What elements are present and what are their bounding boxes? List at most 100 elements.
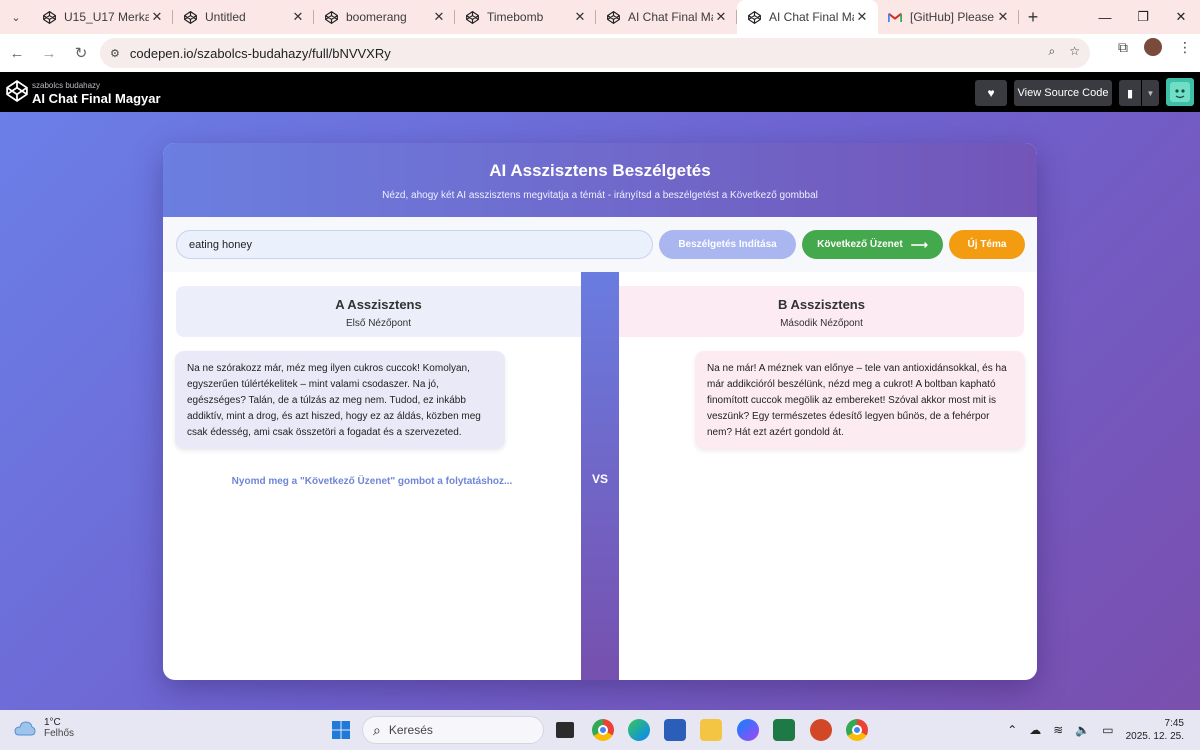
forward-arrow-icon[interactable]: → [34,38,64,68]
browser-tab[interactable]: boomerang ✕ [314,0,455,34]
conversation-arena: A Asszisztens Első Nézőpont Na ne szórak… [163,272,1037,680]
assistant-a-name: A Asszisztens [335,297,422,312]
chrome-profile-icon[interactable] [846,719,868,741]
close-tab-icon[interactable]: ✕ [431,9,447,25]
more-menu-icon[interactable]: ⋮ [1178,39,1192,56]
start-conversation-button[interactable]: Beszélgetés Indítása [659,230,796,259]
chevron-up-icon[interactable]: ⌃ [1007,723,1017,737]
powerpoint-icon[interactable] [810,719,832,741]
chrome-icon[interactable] [592,719,614,741]
continue-hint: Nyomd meg a "Következő Üzenet" gombot a … [231,476,513,487]
tab-title: [GitHub] Please ve [910,10,995,24]
assistant-b-header: B Asszisztens Második Nézőpont [619,286,1024,337]
close-tab-icon[interactable]: ✕ [854,9,870,25]
tab-title: AI Chat Final Mag [628,10,713,24]
assistant-a-message: Na ne szórakozz már, méz meg ilyen cukro… [175,351,505,449]
file-explorer-icon[interactable] [700,719,722,741]
topic-input[interactable] [176,230,653,259]
assistant-a-header: A Asszisztens Első Nézőpont [176,286,581,337]
search-icon: ⌕ [373,721,381,738]
card-header: AI Asszisztens Beszélgetés Nézd, ahogy k… [163,143,1037,217]
assistant-b-name: B Asszisztens [778,297,865,312]
tab-strip: ⌄ U15_U17 Merkapt ✕ Untitled ✕ boomerang… [0,0,1200,34]
url-text: codepen.io/szabolcs-budahazy/full/bNVVXR… [129,45,391,61]
vs-divider: VS [581,272,619,680]
codepen-icon [183,10,197,24]
edge-icon[interactable] [628,719,650,741]
page-title: AI Asszisztens Beszélgetés [489,161,711,180]
taskbar-search[interactable]: ⌕ Keresés [362,716,544,744]
battery-icon[interactable]: ▭ [1102,723,1113,737]
view-source-button[interactable]: View Source Code [1014,80,1112,106]
page-subtitle: Nézd, ahogy két AI asszisztens megvitatj… [382,190,818,201]
codepen-icon [606,10,620,24]
codepen-icon [42,10,56,24]
browser-tab-active[interactable]: AI Chat Final Mag ✕ [737,0,878,34]
meet-now-icon[interactable]: ☁ [1029,723,1041,737]
next-message-button[interactable]: Következő Üzenet ⟶ [802,230,943,259]
assistant-b-column: B Asszisztens Második Nézőpont Na ne már… [619,272,1037,680]
messenger-icon[interactable] [737,719,759,741]
wifi-icon[interactable]: ≋ [1053,723,1063,737]
new-topic-button[interactable]: Új Téma [949,230,1025,259]
weather-widget[interactable]: 1°C Felhős [14,717,74,739]
tab-title: AI Chat Final Mag [769,10,854,24]
word-icon[interactable] [664,719,686,741]
tab-search-chevron-icon[interactable]: ⌄ [0,0,32,34]
browser-tab[interactable]: U15_U17 Merkapt ✕ [32,0,173,34]
pen-title: AI Chat Final Magyar [32,91,161,106]
codepen-icon [324,10,338,24]
chat-card: AI Asszisztens Beszélgetés Nézd, ahogy k… [163,143,1037,680]
excel-icon[interactable] [773,719,795,741]
restore-icon[interactable]: ❐ [1124,0,1162,34]
bookmark-icon[interactable]: ▮ [1119,80,1141,106]
zoom-icon[interactable]: ⌕ [1049,44,1056,59]
browser-toolbar: ← → ↻ ⚙ codepen.io/szabolcs-budahazy/ful… [0,34,1200,72]
chevron-down-icon[interactable]: ▼ [1142,80,1159,106]
search-placeholder: Keresés [388,723,433,737]
weather-description: Felhős [44,728,75,739]
new-tab-icon[interactable]: + [1019,0,1047,34]
profile-avatar[interactable] [1144,38,1162,56]
close-window-icon[interactable]: ✕ [1162,0,1200,34]
browser-tab[interactable]: [GitHub] Please ve ✕ [878,0,1019,34]
minimize-icon[interactable]: — [1086,0,1124,34]
volume-muted-icon[interactable]: 🔈 [1075,723,1090,737]
weather-temperature: 1°C [44,717,61,728]
codepen-icon [747,10,761,24]
address-bar[interactable]: ⚙ codepen.io/szabolcs-budahazy/full/bNVV… [100,38,1090,68]
assistant-b-role: Második Nézőpont [780,318,863,329]
close-tab-icon[interactable]: ✕ [713,9,729,25]
tab-title: Timebomb [487,10,544,24]
back-arrow-icon[interactable]: ← [2,38,32,68]
close-tab-icon[interactable]: ✕ [995,9,1011,25]
close-tab-icon[interactable]: ✕ [149,9,165,25]
arrow-right-icon: ⟶ [910,237,928,252]
heart-icon[interactable]: ♥ [975,80,1007,106]
browser-tab[interactable]: Timebomb ✕ [455,0,596,34]
codepen-logo-icon[interactable] [6,80,28,102]
close-tab-icon[interactable]: ✕ [290,9,306,25]
windows-start-icon[interactable] [331,720,351,740]
close-tab-icon[interactable]: ✕ [572,9,588,25]
browser-tab[interactable]: AI Chat Final Mag ✕ [596,0,737,34]
bookmark-star-icon[interactable]: ☆ [1069,44,1080,59]
clock[interactable]: 7:45 2025. 12. 25. [1126,717,1184,743]
controls-bar: Beszélgetés Indítása Következő Üzenet ⟶ … [163,217,1037,272]
cloud-icon [14,721,36,736]
user-avatar[interactable] [1166,78,1194,106]
vs-label: VS [591,471,608,486]
browser-tab[interactable]: Untitled ✕ [173,0,314,34]
pen-author[interactable]: szabolcs budahazy [32,81,100,90]
window-controls: — ❐ ✕ [1086,0,1200,34]
extensions-icon[interactable]: ⧉ [1118,39,1128,56]
codepen-header: szabolcs budahazy AI Chat Final Magyar ♥… [0,72,1200,112]
reload-icon[interactable]: ↻ [66,38,96,68]
site-info-icon[interactable]: ⚙ [110,47,120,60]
system-tray: ⌃ ☁ ≋ 🔈 ▭ 7:45 2025. 12. 25. [1007,710,1200,750]
task-view-icon[interactable] [556,722,574,738]
next-button-label: Következő Üzenet [817,239,903,250]
assistant-b-message: Na ne már! A méznek van előnye – tele va… [695,351,1025,449]
assistant-a-column: A Asszisztens Első Nézőpont Na ne szórak… [163,272,581,680]
clock-time: 7:45 [1164,718,1184,729]
